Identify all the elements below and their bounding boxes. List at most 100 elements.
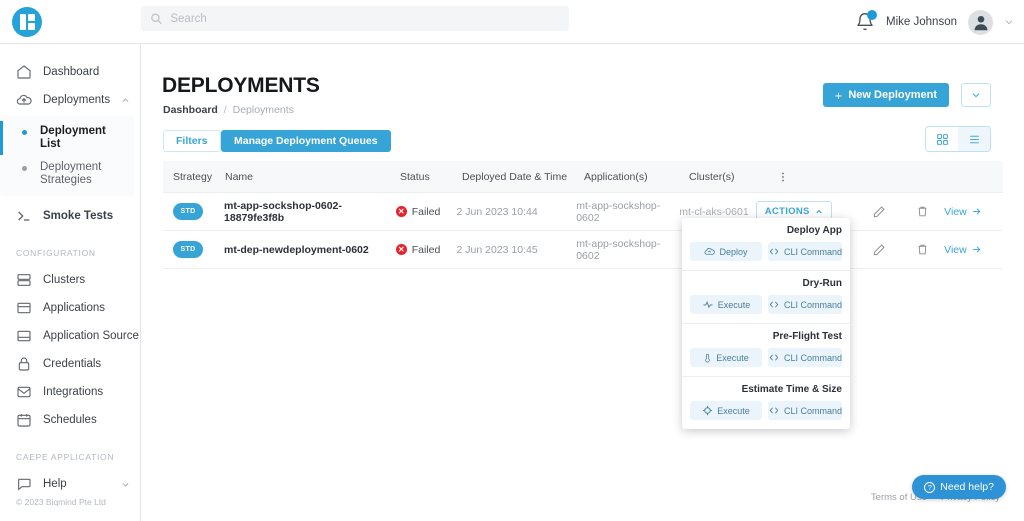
sidebar-item-integrations[interactable]: Integrations: [0, 378, 140, 406]
grid-view-icon: [936, 133, 948, 145]
sidebar-subitem-label: Deployment List: [40, 125, 106, 150]
dropdown-group-estimate-time-size: Estimate Time & Size Execute CLI Command: [682, 377, 850, 429]
filters-button[interactable]: Filters: [163, 130, 221, 152]
user-menu-chevron-down-icon[interactable]: [1004, 17, 1014, 27]
need-help-button[interactable]: ? Need help?: [912, 475, 1006, 499]
pre-flight-execute-button[interactable]: Execute: [690, 348, 762, 367]
page-title: DEPLOYMENTS: [162, 74, 320, 97]
table-row[interactable]: STD mt-app-sockshop-0602-18879fe3f8b ✕ F…: [163, 193, 1003, 231]
breadcrumb-dashboard[interactable]: Dashboard: [163, 104, 218, 116]
execute-label: Execute: [717, 299, 751, 310]
list-view-button[interactable]: [958, 127, 990, 151]
filters-label: Filters: [176, 135, 208, 147]
cell-application: mt-app-sockshop-0602: [576, 199, 661, 224]
execute-label: Execute: [717, 405, 750, 416]
new-deployment-label: New Deployment: [848, 89, 937, 101]
chevron-up-icon[interactable]: [121, 96, 130, 105]
estimate-execute-button[interactable]: Execute: [690, 401, 762, 420]
new-deployment-button[interactable]: + New Deployment: [822, 83, 949, 107]
sidebar-item-label: Application Source: [43, 330, 139, 342]
edit-row-button[interactable]: [858, 205, 901, 219]
plus-icon: +: [834, 87, 843, 103]
sidebar-item-deployments[interactable]: Deployments: [0, 86, 140, 114]
delete-row-button[interactable]: [901, 243, 944, 256]
view-label: View: [944, 243, 967, 256]
search-input[interactable]: [170, 12, 560, 25]
sidebar-section-configuration: CONFIGURATION: [16, 248, 96, 258]
trash-icon: [918, 206, 927, 217]
sidebar-item-deployment-list[interactable]: Deployment List: [0, 120, 134, 156]
notifications-button[interactable]: [855, 10, 878, 32]
sidebar-item-schedules[interactable]: Schedules: [0, 406, 140, 434]
table-row[interactable]: STD mt-dep-newdeployment-0602 ✕ Failed 2…: [163, 231, 1003, 269]
cell-cluster: mt-cl-aks-0601: [679, 205, 749, 218]
bullet-icon: [22, 166, 27, 171]
sidebar-item-label: Help: [43, 478, 67, 490]
sidebar-item-dashboard[interactable]: Dashboard: [0, 58, 140, 86]
pencil-icon: [874, 243, 886, 255]
app-root: Mike Johnson Dashboard: [0, 0, 1024, 521]
arrow-right-icon: [972, 246, 981, 253]
pulse-icon: [703, 301, 713, 309]
terminal-icon: [18, 211, 30, 221]
bullet-icon: [22, 130, 27, 135]
cell-strategy: STD: [163, 241, 224, 258]
cli-command-button[interactable]: CLI Command: [767, 242, 842, 261]
table-column-options-button[interactable]: [767, 171, 799, 183]
actions-dropdown-menu: Deploy App Deploy CLI Command Dry-Run Ex…: [682, 218, 850, 429]
avatar[interactable]: [968, 9, 993, 35]
status-failed-icon: ✕: [395, 244, 407, 255]
sidebar: Dashboard Deployments Deployment List De…: [0, 44, 141, 521]
sidebar-item-clusters[interactable]: Clusters: [0, 266, 140, 294]
edit-row-button[interactable]: [858, 243, 901, 257]
dropdown-group-pre-flight-test: Pre-Flight Test Execute CLI Command: [682, 324, 850, 377]
arrow-right-icon: [972, 208, 981, 215]
sidebar-item-credentials[interactable]: Credentials: [0, 350, 140, 378]
biqmind-logo-icon[interactable]: [12, 6, 42, 37]
sidebar-item-label: Integrations: [43, 386, 104, 398]
new-deployment-dropdown-button[interactable]: [961, 83, 991, 107]
manage-deployment-queues-button[interactable]: Manage Deployment Queues: [221, 130, 391, 152]
status-label: Failed: [411, 243, 441, 256]
sidebar-item-help[interactable]: Help: [0, 470, 140, 498]
breadcrumb-deployments: Deployments: [232, 104, 294, 116]
cell-deployed-date: 2 Jun 2023 10:44: [456, 205, 538, 218]
view-row-button[interactable]: View: [944, 244, 1003, 256]
sidebar-item-applications[interactable]: Applications: [0, 294, 140, 322]
strategy-badge: STD: [173, 241, 203, 258]
cell-name: mt-dep-newdeployment-0602: [224, 243, 369, 256]
sidebar-item-deployment-strategies[interactable]: Deployment Strategies: [0, 156, 134, 192]
logo-container[interactable]: [0, 0, 141, 44]
column-header-clusters: Cluster(s): [689, 170, 735, 183]
sidebar-item-smoke-tests[interactable]: Smoke Tests: [0, 202, 140, 230]
code-brackets-icon: [769, 248, 779, 255]
top-bar: Mike Johnson: [0, 0, 1024, 44]
sidebar-section-caepe-application: CAEPE APPLICATION: [16, 452, 115, 462]
dropdown-group-title: Pre-Flight Test: [772, 331, 842, 342]
code-brackets-icon: [769, 301, 779, 308]
lock-icon: [18, 357, 30, 371]
view-row-button[interactable]: View: [944, 206, 1003, 218]
cli-command-button[interactable]: CLI Command: [767, 348, 842, 367]
search-container[interactable]: [141, 6, 569, 31]
grid-view-button[interactable]: [926, 127, 958, 151]
chevron-down-icon[interactable]: [121, 480, 130, 489]
table-header-row: Strategy Name Status Deployed Date & Tim…: [163, 161, 1003, 193]
dropdown-group-dry-run: Dry-Run Execute CLI Command: [682, 271, 850, 324]
cli-command-button[interactable]: CLI Command: [767, 401, 842, 420]
search-icon: [151, 13, 162, 25]
delete-row-button[interactable]: [901, 205, 944, 218]
breadcrumb-separator: /: [223, 104, 227, 116]
deploy-button[interactable]: Deploy: [690, 242, 762, 261]
cell-status: ✕ Failed: [395, 243, 457, 256]
sidebar-item-label: Applications: [43, 302, 106, 314]
sidebar-item-application-source[interactable]: Application Source: [0, 322, 140, 350]
list-view-icon: [969, 135, 979, 143]
sidebar-item-label: Smoke Tests: [43, 210, 114, 222]
cell-strategy: STD: [163, 203, 224, 220]
cli-command-button[interactable]: CLI Command: [767, 295, 842, 314]
breadcrumb: Dashboard / Deployments: [163, 104, 294, 116]
cell-deployed-date: 2 Jun 2023 10:45: [456, 243, 538, 256]
sidebar-item-label: Dashboard: [43, 66, 100, 78]
dry-run-execute-button[interactable]: Execute: [690, 295, 762, 314]
